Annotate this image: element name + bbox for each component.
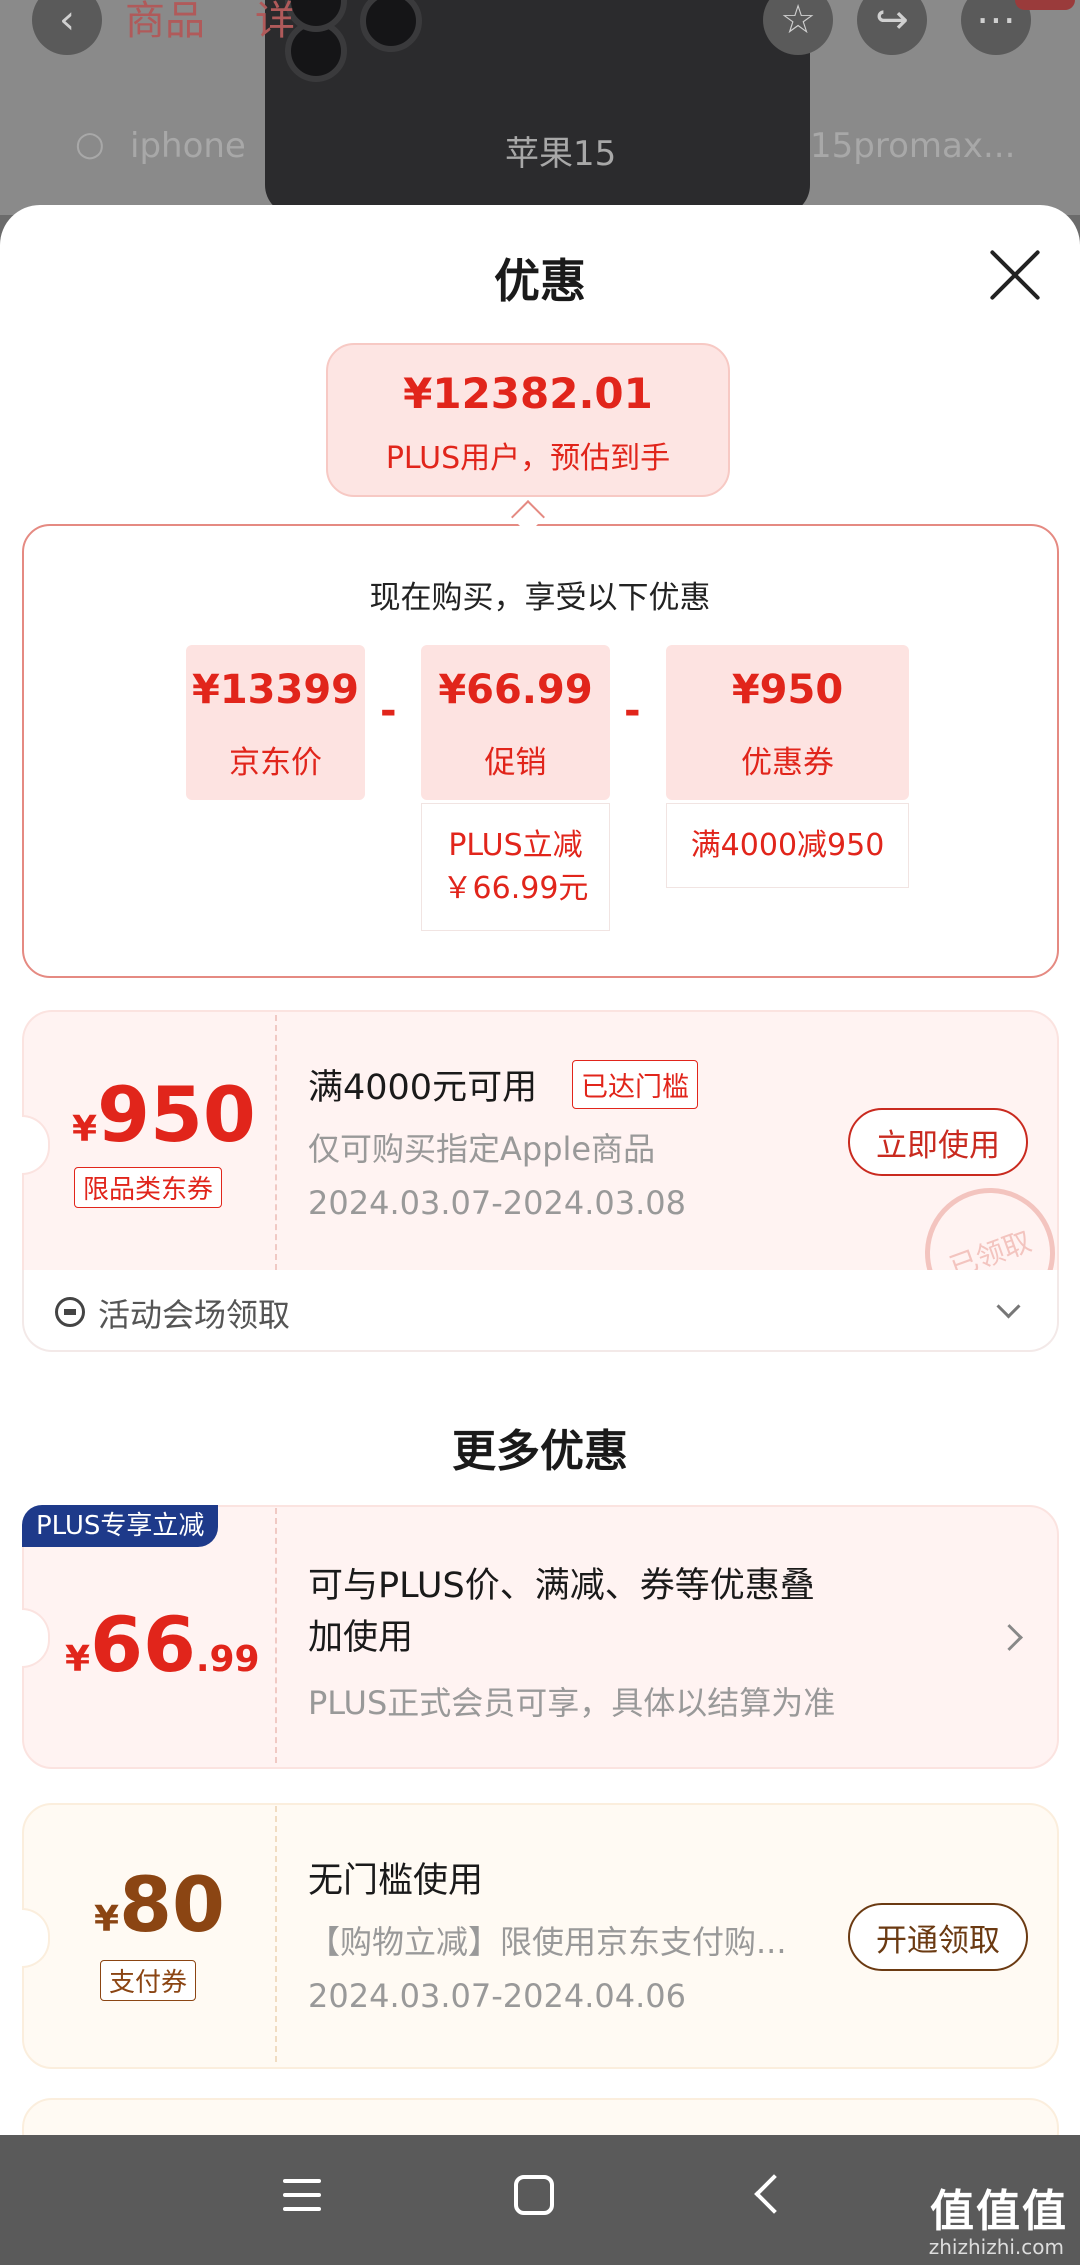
payment-coupon-desc: 【购物立减】限使用京东支付购... [308,1923,787,1961]
coupon-value: ¥950 [731,667,844,713]
coupon-amount-value: 950 [97,1070,256,1159]
tab-goods: 商品 [125,0,205,44]
search-tag: 15promax... [810,126,1016,166]
amount-decimal: .99 [195,1639,260,1680]
yen-symbol: ¥ [72,1109,98,1150]
card-divider [275,1508,277,1763]
payment-coupon-date: 2024.03.07-2024.04.06 [308,1977,686,2015]
use-now-button[interactable]: 立即使用 [848,1108,1028,1176]
activate-claim-button[interactable]: 开通领取 [848,1903,1028,1971]
coupon-title: 满4000元可用 [308,1068,538,1108]
minus-sign: - [380,688,397,734]
amount-integer: 66 [90,1600,196,1689]
threshold-badge: 已达门槛 [572,1060,698,1109]
estimated-price: ¥12382.01 [403,369,653,418]
coupon-label: 优惠券 [741,745,834,781]
plus-discount-title-line2: 加使用 [308,1618,414,1658]
payment-coupon-amount-value: 80 [119,1860,225,1949]
card-divider [275,1015,277,1270]
coupon-detail-line1: 满4000减950 [690,828,885,863]
payment-coupon-title: 无门槛使用 [308,1861,484,1901]
plus-discount-amount: ¥66.99 [65,1600,260,1689]
payment-coupon-amount: ¥80 [94,1860,225,1949]
jd-price-box: ¥13399 京东价 [186,645,365,800]
yen-symbol: ¥ [65,1639,91,1680]
plus-discount-desc: PLUS正式会员可享，具体以结算为准 [308,1684,836,1722]
estimated-price-label: PLUS用户，预估到手 [385,441,671,476]
ticket-icon [55,1297,85,1327]
search-text: iphone [130,126,246,166]
search-icon: ○ [75,124,105,164]
card-divider [275,1806,277,2062]
coupon-desc: 仅可购买指定Apple商品 [308,1130,656,1168]
promotion-detail-line1: PLUS立减 [448,828,583,863]
payment-coupon-tag: 支付券 [100,1960,197,2001]
minus-sign: - [624,688,641,734]
coupon-box: ¥950 优惠券 [666,645,909,800]
tab-details: 详 [255,0,295,44]
claim-source-text: 活动会场领取 [98,1296,291,1334]
promotion-detail-line2: ￥66.99元 [442,871,589,906]
jd-price-value: ¥13399 [192,667,359,713]
jd-price-label: 京东价 [229,745,322,781]
watermark-logo: 值值值 [930,2186,1068,2237]
more-offers-title: 更多优惠 [452,1426,628,1477]
plus-exclusive-ribbon: PLUS专享立减 [22,1505,219,1547]
product-image [265,0,810,215]
coupon-date: 2024.03.07-2024.03.08 [308,1184,686,1222]
notification-badge [1015,0,1075,10]
breakdown-heading: 现在购买，享受以下优惠 [369,580,711,616]
close-icon[interactable] [985,245,1045,305]
plus-discount-title-line1: 可与PLUS价、满减、券等优惠叠 [308,1566,815,1606]
recent-apps-icon[interactable] [283,2177,321,2213]
plus-discount-title: 可与PLUS价、满减、券等优惠叠 加使用 [308,1560,928,1664]
yen-symbol: ¥ [94,1899,120,1940]
coupon-amount: ¥950 [72,1070,256,1159]
promotion-detail: PLUS立减 ￥66.99元 [421,803,610,931]
camera-lens [360,0,422,52]
estimated-price-box: ¥12382.01 PLUS用户，预估到手 [326,343,730,497]
promotion-label: 促销 [484,745,547,781]
watermark-url: zhizhizhi.com [928,2235,1064,2259]
coupon-category-tag: 限品类东券 [74,1167,223,1208]
search-tag: 苹果15 [505,134,617,174]
home-icon[interactable] [514,2175,554,2215]
coupon-detail: 满4000减950 [666,803,909,888]
promotion-value: ¥66.99 [438,667,593,713]
promotion-box: ¥66.99 促销 [421,645,610,800]
sheet-title: 优惠 [494,254,586,308]
